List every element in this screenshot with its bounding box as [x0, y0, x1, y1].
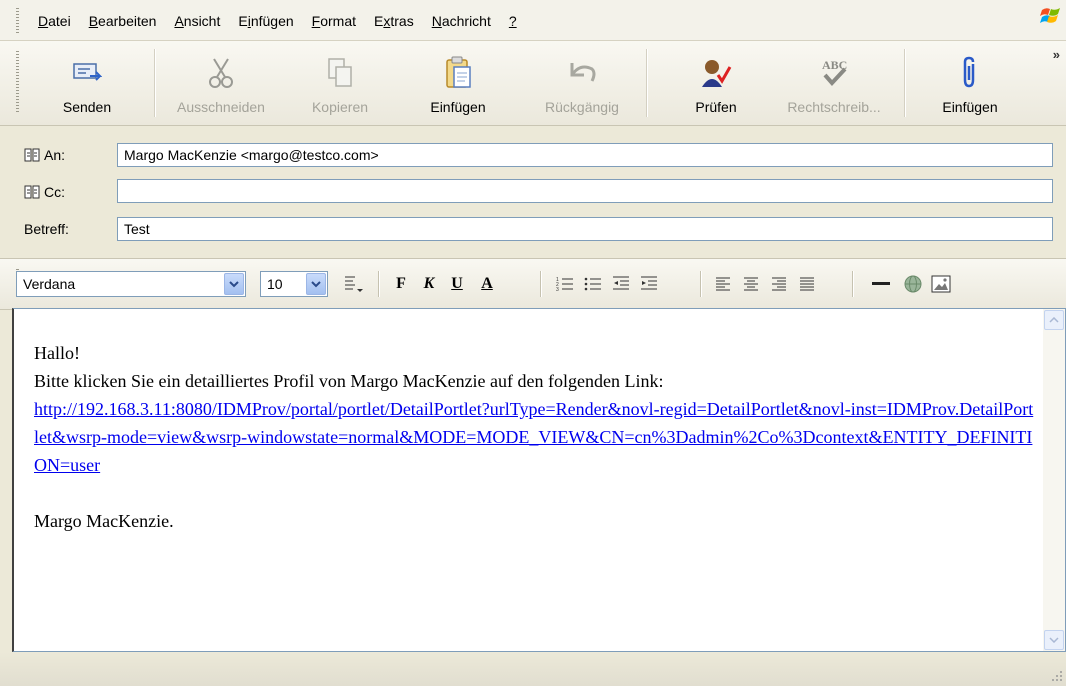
- undo-icon: [562, 53, 602, 93]
- menu-bar: Datei Bearbeiten Ansicht Einfügen Format Extr…: [0, 0, 1066, 41]
- spelling-label: Rechtschreib...: [787, 99, 881, 115]
- send-icon: [67, 53, 107, 93]
- decrease-indent-icon[interactable]: [610, 273, 632, 295]
- hyperlink-globe-icon[interactable]: [902, 273, 924, 295]
- numbered-list-icon[interactable]: 1 2 3: [554, 273, 576, 295]
- copy-label: Kopieren: [311, 99, 369, 115]
- increase-indent-icon[interactable]: [638, 273, 660, 295]
- address-book-icon: [24, 148, 40, 162]
- send-button[interactable]: Senden: [54, 41, 120, 125]
- format-separator: [378, 271, 380, 297]
- toolbar-grip[interactable]: [16, 51, 19, 113]
- menu-item-1[interactable]: Bearbeiten: [80, 13, 166, 29]
- check-names-label: Prüfen: [695, 99, 737, 115]
- undo-button[interactable]: Rückgängig: [532, 41, 632, 125]
- align-center-icon[interactable]: [740, 273, 762, 295]
- menu-item-6[interactable]: Nachricht: [423, 13, 500, 29]
- message-body: Hallo! Bitte klicken Sie ein detailliert…: [34, 339, 1034, 535]
- paperclip-icon: [950, 53, 990, 93]
- greeting-text: Hallo!: [34, 343, 80, 363]
- menu-item-3[interactable]: Einfügen: [229, 13, 302, 29]
- insert-picture-icon[interactable]: [930, 273, 952, 295]
- scroll-up-icon[interactable]: [1044, 310, 1064, 330]
- format-separator: [852, 271, 854, 297]
- subject-field[interactable]: Test: [117, 217, 1053, 241]
- font-size-value: 10: [267, 276, 283, 292]
- menu-items: Datei Bearbeiten Ansicht Einfügen Format Extr…: [38, 13, 526, 29]
- paragraph-style-icon[interactable]: [342, 273, 364, 295]
- cc-button[interactable]: Cc:: [24, 184, 65, 200]
- toolbar-separator: [904, 49, 906, 117]
- copy-button[interactable]: Kopieren: [300, 41, 380, 125]
- menu-item-0[interactable]: Datei: [38, 13, 80, 29]
- main-toolbar: Senden Ausschneiden Kopieren Einfügen Rü…: [0, 41, 1066, 126]
- cc-field[interactable]: [117, 179, 1053, 203]
- check-names-icon: [696, 53, 736, 93]
- font-size-select[interactable]: 10: [260, 271, 328, 297]
- windows-logo-icon: [1040, 8, 1060, 23]
- scissors-icon: [201, 53, 241, 93]
- send-label: Senden: [62, 99, 112, 115]
- copy-icon: [320, 53, 360, 93]
- signature-text: Margo MacKenzie.: [34, 511, 174, 531]
- spellcheck-icon: ABC: [814, 53, 854, 93]
- attach-label: Einfügen: [942, 99, 998, 115]
- formatting-toolbar: Verdana 10 F K U A 1 2 3: [0, 258, 1066, 310]
- toolbar-overflow-chevron[interactable]: »: [1053, 47, 1060, 62]
- align-left-icon[interactable]: [712, 273, 734, 295]
- undo-label: Rückgängig: [545, 99, 619, 115]
- font-color-button[interactable]: A: [476, 273, 498, 295]
- font-select[interactable]: Verdana: [16, 271, 246, 297]
- svg-text:3: 3: [556, 287, 559, 293]
- to-button[interactable]: An:: [24, 147, 65, 163]
- message-body-editor[interactable]: Hallo! Bitte klicken Sie ein detailliert…: [12, 308, 1066, 652]
- body-line: Bitte klicken Sie ein detailliertes Prof…: [34, 371, 664, 391]
- resize-grip-icon[interactable]: [1051, 670, 1063, 682]
- bulleted-list-icon[interactable]: [582, 273, 604, 295]
- cut-label: Ausschneiden: [177, 99, 265, 115]
- cut-button[interactable]: Ausschneiden: [166, 41, 276, 125]
- menu-grip[interactable]: [16, 8, 19, 34]
- format-separator: [700, 271, 702, 297]
- horizontal-line-icon[interactable]: [870, 273, 892, 295]
- format-separator: [540, 271, 542, 297]
- toolbar-separator: [154, 49, 156, 117]
- check-names-button[interactable]: Prüfen: [676, 41, 756, 125]
- vertical-scrollbar[interactable]: [1043, 309, 1065, 651]
- clipboard-icon: [438, 53, 478, 93]
- profile-link[interactable]: http://192.168.3.11:8080/IDMProv/portal/…: [34, 399, 1033, 475]
- align-right-icon[interactable]: [768, 273, 790, 295]
- to-label: An:: [44, 147, 66, 163]
- paste-button[interactable]: Einfügen: [418, 41, 498, 125]
- justify-icon[interactable]: [796, 273, 818, 295]
- cc-label: Cc:: [44, 184, 65, 200]
- italic-button[interactable]: K: [418, 273, 440, 295]
- bold-button[interactable]: F: [390, 273, 412, 295]
- attach-button[interactable]: Einfügen: [930, 41, 1010, 125]
- dropdown-arrow-icon[interactable]: [224, 273, 244, 295]
- font-value: Verdana: [23, 276, 76, 292]
- menu-item-2[interactable]: Ansicht: [165, 13, 229, 29]
- underline-button[interactable]: U: [446, 273, 468, 295]
- dropdown-arrow-icon[interactable]: [306, 273, 326, 295]
- subject-label: Betreff:: [24, 221, 69, 237]
- toolbar-separator: [646, 49, 648, 117]
- to-field[interactable]: Margo MacKenzie <margo@testco.com>: [117, 143, 1053, 167]
- menu-item-4[interactable]: Format: [303, 13, 365, 29]
- paste-label: Einfügen: [430, 99, 486, 115]
- address-book-icon: [24, 185, 40, 199]
- spelling-button[interactable]: ABC Rechtschreib...: [774, 41, 894, 125]
- status-bar: [0, 652, 1066, 686]
- menu-item-5[interactable]: Extras: [365, 13, 423, 29]
- scroll-down-icon[interactable]: [1044, 630, 1064, 650]
- menu-item-7[interactable]: ?: [500, 13, 526, 29]
